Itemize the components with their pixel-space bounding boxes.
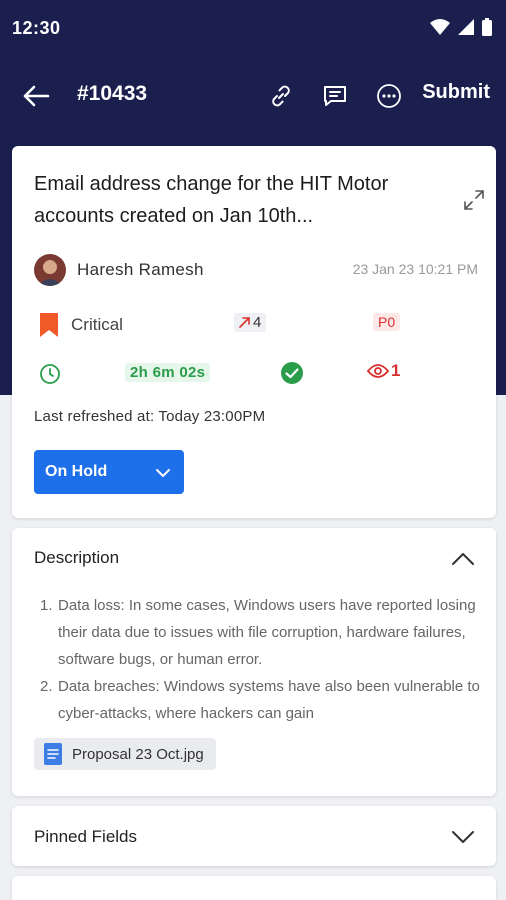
arrow-left-icon [23,85,50,107]
created-timestamp: 23 Jan 23 10:21 PM [352,261,478,277]
more-button[interactable] [375,82,403,110]
timer-icon [40,364,60,384]
eye-icon [367,364,389,378]
signal-icon [458,19,474,35]
status-value: On Hold [45,463,108,480]
comments-button[interactable] [321,82,349,110]
pinned-fields-card[interactable]: Pinned Fields [12,806,496,866]
description-body: 1. Data loss: In some cases, Windows use… [40,592,480,727]
status-bar: 12:30 [0,0,506,56]
expand-pinned-fields-button[interactable] [450,824,476,850]
app-bar: #10433 Submit [0,70,506,122]
last-refreshed: Last refreshed at: Today 23:00PM [34,408,266,425]
ticket-summary-card: Email address change for the HIT Motor a… [12,146,496,518]
wifi-icon [430,19,450,35]
status-icons [430,18,492,36]
watchers[interactable]: 1 [367,361,400,381]
check-circle-icon [281,362,303,384]
document-icon [44,743,62,765]
pinned-fields-title: Pinned Fields [34,827,138,846]
description-item: 2. Data breaches: Windows systems have a… [40,673,480,727]
next-section-card [12,876,496,900]
comment-icon [324,86,346,106]
avatar-image [34,254,66,286]
item-number: 2. [40,678,53,695]
escalation-badge: 4 [234,313,267,332]
item-text: Data breaches: Windows systems have also… [58,678,480,722]
trend-up-icon [239,317,250,328]
chevron-up-icon [452,553,474,565]
back-button[interactable] [22,82,54,110]
watchers-count: 1 [391,361,401,380]
description-item: 1. Data loss: In some cases, Windows use… [40,592,480,673]
chevron-down-icon [156,469,170,477]
link-button[interactable] [267,82,295,110]
assignee-name: Haresh Ramesh [77,260,204,279]
avatar [34,254,66,286]
chevron-down-icon [452,831,474,843]
status-time: 12:30 [12,18,61,38]
priority-icon [40,313,58,337]
expand-icon [464,190,484,210]
attachment-chip[interactable]: Proposal 23 Oct.jpg [34,738,216,770]
escalation-count: 4 [253,314,262,331]
attachment-name: Proposal 23 Oct.jpg [72,745,204,763]
description-title: Description [34,548,120,567]
collapse-description-button[interactable] [450,546,476,572]
expand-button[interactable] [462,188,486,212]
sla-timer: 2h 6m 02s [125,363,211,382]
status-dropdown[interactable]: On Hold [34,450,184,494]
ticket-id: #10433 [77,82,148,105]
item-number: 1. [40,597,53,614]
description-card: Description 1. Data loss: In some cases,… [12,528,496,796]
item-text: Data loss: In some cases, Windows users … [58,597,476,668]
battery-icon [482,18,492,36]
more-icon [377,84,401,108]
priority-code-badge: P0 [373,313,401,331]
link-icon [272,85,290,107]
priority-label: Critical [71,315,123,334]
ticket-title: Email address change for the HIT Motor a… [34,173,389,227]
submit-button[interactable]: Submit [422,81,490,104]
